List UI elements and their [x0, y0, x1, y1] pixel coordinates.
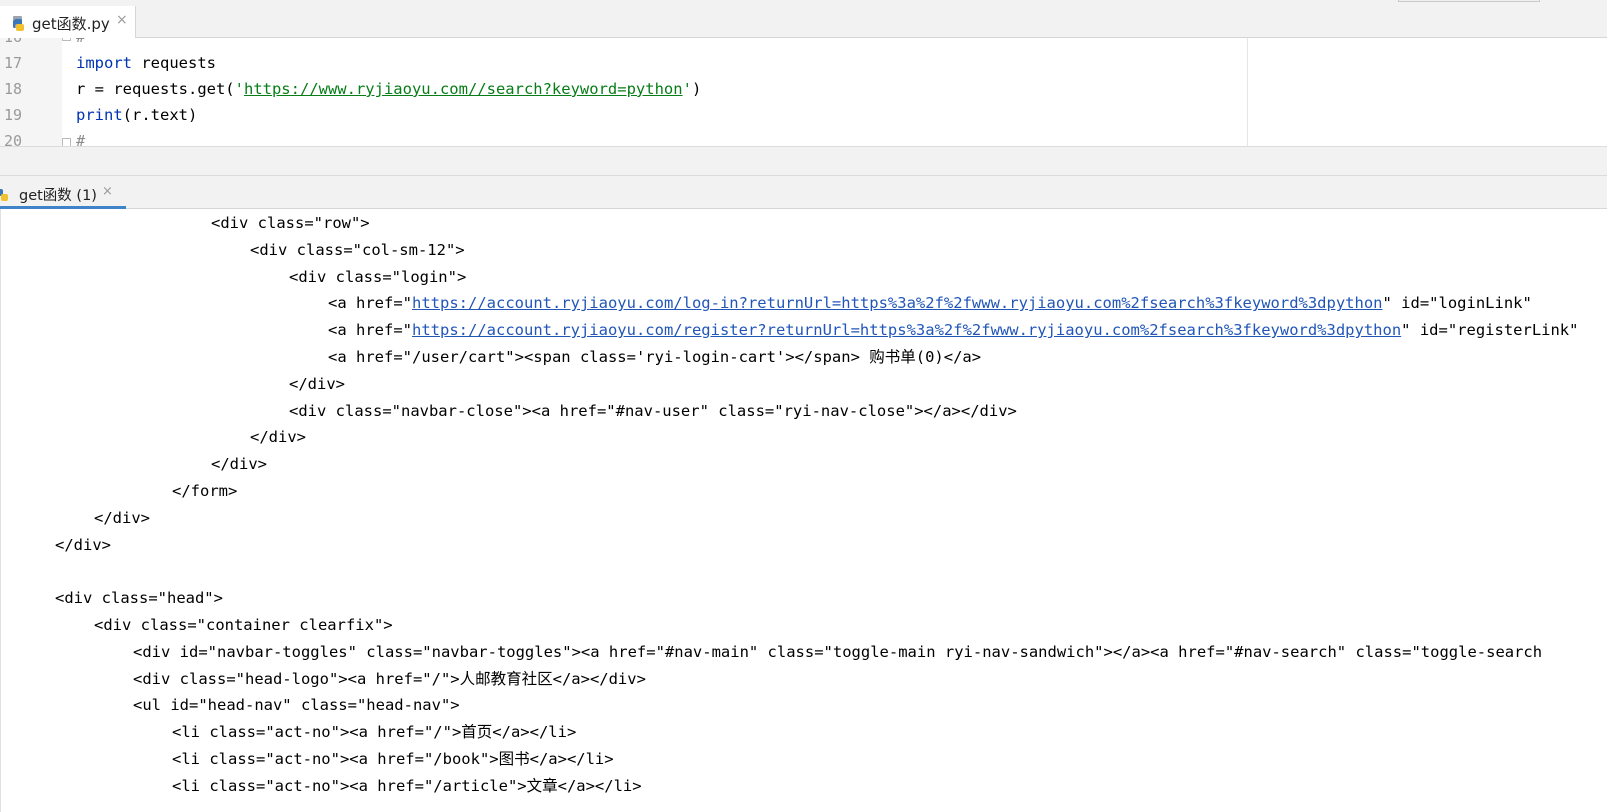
- output-line: <a href="/user/cart"><span class='ryi-lo…: [328, 344, 981, 371]
- close-icon[interactable]: ×: [116, 12, 128, 28]
- output-line: <li class="act-no"><a href="/book">图书</a…: [172, 746, 614, 773]
- code-text: #: [76, 128, 85, 146]
- output-text: <div class="head-logo"><a href="/">人邮教育社…: [133, 669, 646, 688]
- code-token: print: [76, 106, 123, 124]
- editor-tab-label: get函数.py: [32, 15, 110, 33]
- fold-marker-icon[interactable]: [62, 38, 71, 41]
- output-line: <div class="login">: [289, 264, 466, 291]
- output-line: <div class="row">: [211, 210, 370, 237]
- output-text: <li class="act-no"><a href="/book">图书</a…: [172, 750, 614, 768]
- run-tab-label: get函数 (1): [19, 188, 97, 204]
- output-line: <div class="col-sm-12">: [250, 237, 465, 264]
- output-line: <li class="act-no"><a href="/">首页</a></l…: [172, 719, 576, 746]
- output-line: <ul id="head-nav" class="head-nav">: [133, 692, 460, 719]
- output-text: </div>: [250, 428, 306, 447]
- output-link[interactable]: https://account.ryjiaoyu.com/log-in?retu…: [412, 294, 1383, 312]
- code-token: requests: [132, 54, 216, 72]
- output-text: " id="loginLink": [1382, 294, 1532, 313]
- output-text: <a href="/user/cart"><span class='ryi-lo…: [328, 348, 982, 366]
- output-text: </form>: [172, 482, 238, 500]
- output-line: <a href="https://account.ryjiaoyu.com/re…: [328, 317, 1578, 344]
- line-number: 17: [4, 54, 23, 72]
- code-token: #: [76, 132, 86, 146]
- code-editor[interactable]: 16#17import requests18r = requests.get('…: [0, 38, 1607, 146]
- python-run-icon: [0, 186, 8, 201]
- panel-splitter[interactable]: [0, 146, 1607, 176]
- output-line: </form>: [172, 478, 237, 505]
- right-margin-guide: [1247, 38, 1248, 146]
- output-text: <div class="container clearfix">: [94, 616, 393, 634]
- output-text: <a href=": [328, 294, 412, 313]
- fold-marker-icon[interactable]: [62, 138, 71, 146]
- output-line: <div class="container clearfix">: [94, 612, 393, 639]
- output-text: </div>: [94, 508, 150, 527]
- code-token: r = requests.get(: [76, 80, 235, 98]
- output-text: <div class="col-sm-12">: [250, 240, 465, 259]
- console-output[interactable]: <div class="row"> <div class="col-sm-12">…: [0, 209, 1607, 812]
- toolbar-field-edge: [1398, 0, 1540, 2]
- code-token: (r.text): [122, 106, 198, 124]
- code-text: print(r.text): [76, 102, 197, 128]
- output-text: <div id="navbar-toggles" class="navbar-t…: [133, 642, 1543, 661]
- close-icon[interactable]: ×: [102, 184, 113, 199]
- code-token: ': [682, 80, 692, 98]
- line-number: 20: [4, 132, 23, 146]
- output-text: <div class="row">: [211, 214, 370, 232]
- output-text: </div>: [211, 455, 267, 474]
- output-line: </div>: [250, 424, 306, 451]
- code-token: #: [76, 38, 85, 46]
- code-text: r = requests.get('https://www.ryjiaoyu.c…: [76, 76, 701, 102]
- run-tab-bar: get函数 (1) ×: [0, 176, 1607, 209]
- run-tab-get[interactable]: get函数 (1) ×: [0, 176, 126, 209]
- output-line: </div>: [289, 371, 345, 398]
- line-number: 16: [4, 38, 34, 50]
- output-text: <li class="act-no"><a href="/">首页</a></l…: [172, 723, 577, 742]
- editor-tab-bar: get函数.py ×: [0, 0, 1607, 38]
- output-text: <a href=": [328, 321, 412, 340]
- output-text: <div class="navbar-close"><a href="#nav-…: [289, 401, 1017, 420]
- python-file-icon: [10, 15, 26, 31]
- output-text: </div>: [55, 535, 111, 554]
- code-text: import requests: [76, 50, 216, 76]
- code-text: #: [76, 38, 85, 50]
- output-line: </div>: [94, 505, 150, 532]
- output-text: <div class="login">: [289, 267, 467, 286]
- output-line: <a href="https://account.ryjiaoyu.com/lo…: [328, 290, 1532, 317]
- output-line: <div class="head-logo"><a href="/">人邮教育社…: [133, 666, 646, 693]
- output-text: " id="registerLink": [1401, 321, 1579, 340]
- code-url[interactable]: https://www.ryjiaoyu.com//search?keyword…: [244, 80, 683, 98]
- output-text: <ul id="head-nav" class="head-nav">: [133, 696, 460, 715]
- output-line: </div>: [55, 532, 111, 559]
- output-text: </div>: [289, 374, 345, 393]
- output-text: <div class="head">: [55, 589, 223, 608]
- output-text: <li class="act-no"><a href="/article">文章…: [172, 776, 642, 795]
- line-number: 19: [4, 106, 23, 124]
- output-line: </div>: [211, 451, 267, 478]
- output-line: <div class="navbar-close"><a href="#nav-…: [289, 398, 1017, 425]
- line-number: 18: [4, 80, 23, 98]
- output-line: <div class="head">: [55, 585, 223, 612]
- output-line: <div id="navbar-toggles" class="navbar-t…: [133, 639, 1542, 666]
- output-line: <li class="act-no"><a href="/article">文章…: [172, 773, 642, 800]
- code-token: ': [234, 80, 244, 98]
- output-link[interactable]: https://account.ryjiaoyu.com/register?re…: [412, 321, 1401, 339]
- editor-tab-get-py[interactable]: get函数.py ×: [0, 6, 136, 38]
- code-token: ): [691, 80, 702, 98]
- code-token: import: [76, 54, 132, 72]
